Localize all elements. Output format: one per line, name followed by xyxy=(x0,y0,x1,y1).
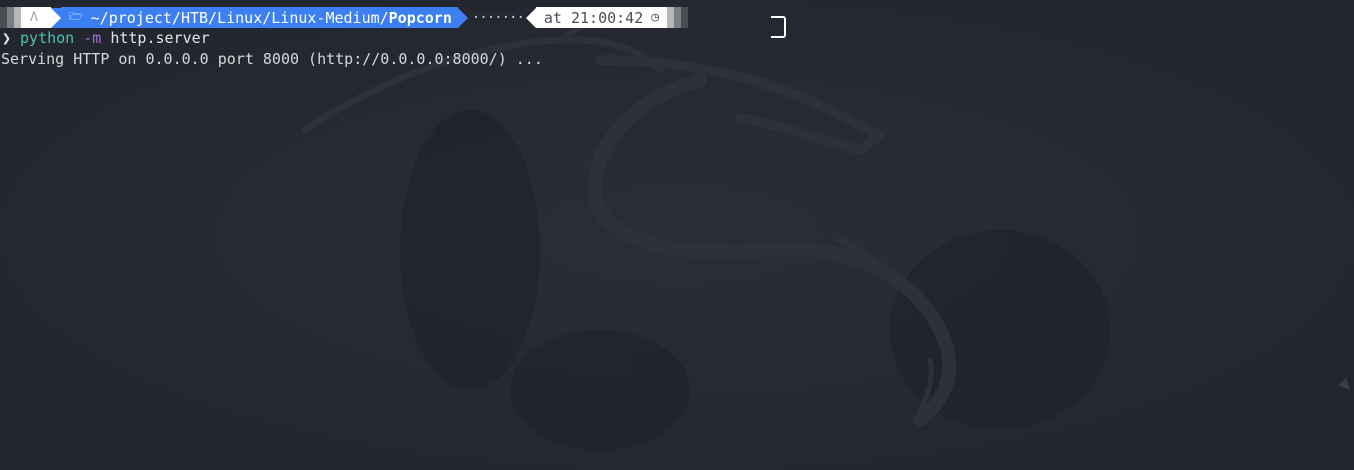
segment-separator xyxy=(525,7,536,28)
linux-tux-icon: Λ xyxy=(21,7,51,28)
command-flag: -m xyxy=(83,29,102,47)
command-line[interactable]: ❯ python -m http.server xyxy=(2,28,210,49)
powerline-prompt: Λ 🗁 ~/project/HTB/Linux/Linux-Medium/Popc… xyxy=(0,7,689,28)
clock-icon: ◷ xyxy=(651,10,660,25)
terminal-window[interactable]: Λ 🗁 ~/project/HTB/Linux/Linux-Medium/Popc… xyxy=(0,0,1354,470)
segment-separator xyxy=(457,7,468,28)
prompt-stripe xyxy=(674,7,682,28)
prompt-stripe xyxy=(7,7,14,28)
time-segment: at 21:00:42 ◷ xyxy=(535,7,668,28)
prompt-chevron: ❯ xyxy=(2,29,12,47)
command-program: python xyxy=(20,29,75,47)
time-label: at 21:00:42 xyxy=(543,8,644,27)
prompt-filler: ······· xyxy=(471,9,525,26)
prompt-stripe xyxy=(0,7,7,28)
prompt-stripe xyxy=(681,7,689,28)
segment-separator xyxy=(51,7,61,28)
prompt-stripe xyxy=(667,7,675,28)
path-prefix: ~/project/HTB/Linux/Linux-Medium/ xyxy=(90,8,389,27)
output-line: Serving HTTP on 0.0.0.0 port 8000 (http:… xyxy=(1,50,543,68)
prompt-connector xyxy=(771,16,786,38)
folder-icon: 🗁 xyxy=(69,10,83,23)
command-argument: http.server xyxy=(110,29,210,47)
directory-segment: 🗁 ~/project/HTB/Linux/Linux-Medium/Popcor… xyxy=(61,7,458,28)
prompt-stripe xyxy=(14,7,21,28)
path-current: Popcorn xyxy=(388,8,452,27)
